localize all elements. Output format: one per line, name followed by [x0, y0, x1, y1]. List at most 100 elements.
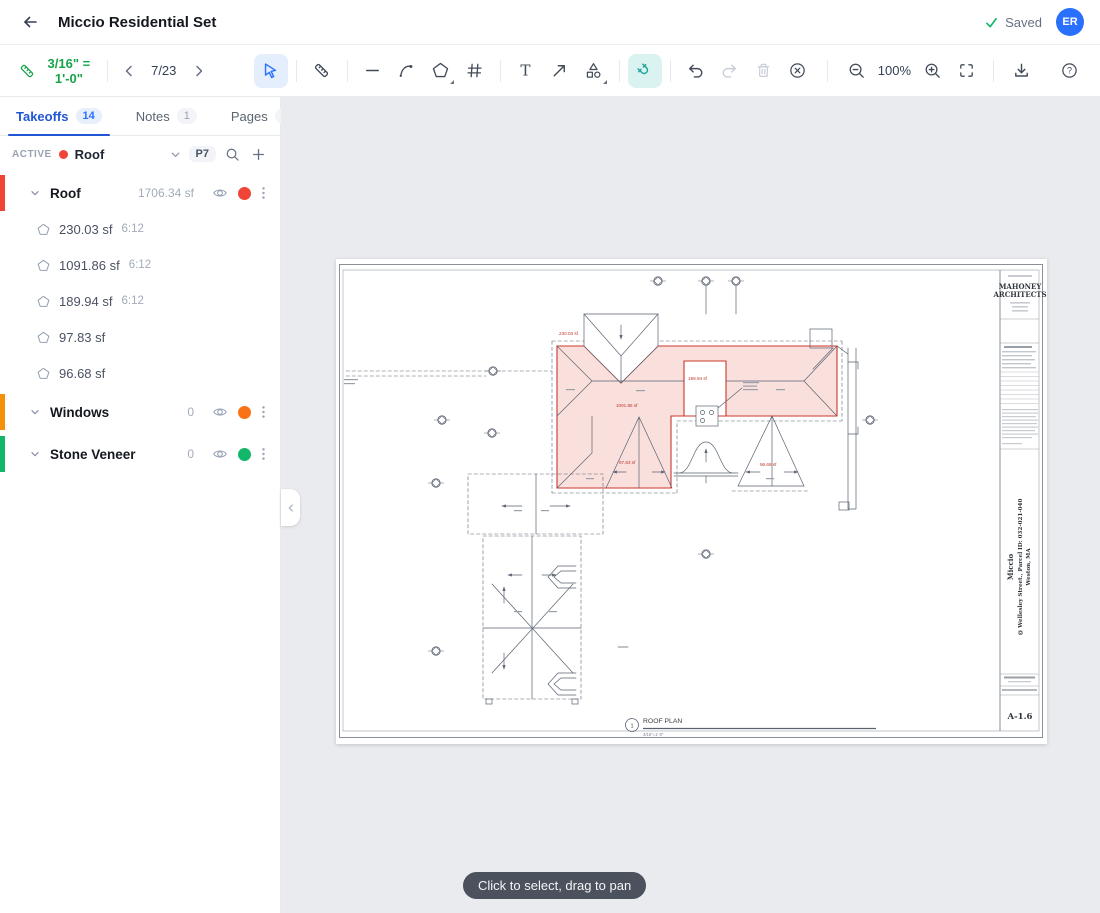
arrow-tool-button[interactable] — [543, 54, 577, 88]
redo-button[interactable] — [713, 54, 747, 88]
visibility-eye-icon[interactable] — [210, 402, 230, 422]
item-area: 97.83 sf — [59, 330, 105, 345]
fullscreen-button[interactable] — [949, 54, 983, 88]
measure-tool-button[interactable] — [305, 54, 339, 88]
takeoff-item[interactable]: 189.94 sf 6:12 — [0, 283, 280, 319]
visibility-eye-icon[interactable] — [210, 444, 230, 464]
item-pitch: 6:12 — [122, 223, 144, 235]
undo-button[interactable] — [679, 54, 713, 88]
group-color-bar — [0, 175, 5, 211]
shapes-tool-button[interactable] — [577, 54, 611, 88]
text-tool-button[interactable]: T — [509, 54, 543, 88]
group-color-bar — [0, 394, 5, 430]
arrow-icon — [550, 61, 569, 80]
svg-text:1: 1 — [630, 724, 633, 730]
top-header: Miccio Residential Set Saved ER — [0, 0, 1100, 45]
group-total: 0 — [187, 447, 194, 461]
download-button[interactable] — [1004, 54, 1038, 88]
svg-text:?: ? — [1066, 66, 1071, 76]
view-title-callout: 1 ROOF PLAN 3/16"=1'-0" — [626, 718, 877, 737]
hash-icon — [465, 61, 484, 80]
takeoff-item[interactable]: 96.68 sf — [0, 355, 280, 391]
chevron-down-icon[interactable] — [169, 148, 182, 161]
page-prev-button[interactable] — [116, 54, 142, 88]
roof-plan-sheet[interactable]: MAHONEY ARCHITECTS — [336, 259, 1047, 744]
page-badge: P7 — [189, 146, 216, 162]
plus-icon — [251, 147, 266, 162]
page-indicator: 7/23 — [146, 63, 182, 78]
search-button[interactable] — [223, 145, 242, 164]
takeoff-item[interactable]: 1091.86 sf 6:12 — [0, 247, 280, 283]
select-tool-button[interactable] — [254, 54, 288, 88]
tab-badge: 1 — [177, 108, 197, 124]
help-icon: ? — [1060, 61, 1079, 80]
group-color-dot[interactable] — [238, 448, 251, 461]
chevron-down-icon[interactable] — [29, 187, 41, 199]
help-button[interactable]: ? — [1052, 54, 1086, 88]
item-pitch: 6:12 — [129, 259, 151, 271]
project-address: @ Wellesley Street., Parcel ID: 032-021-… — [1017, 499, 1024, 636]
app-window: Miccio Residential Set Saved ER 3/16" = … — [0, 0, 1100, 913]
shapes-icon — [584, 61, 603, 80]
back-button[interactable] — [16, 8, 44, 36]
sidebar-collapse-handle[interactable] — [281, 489, 300, 526]
view-scale: 3/16"=1'-0" — [643, 732, 664, 737]
avatar[interactable]: ER — [1056, 8, 1084, 36]
active-takeoff-name[interactable]: Roof — [75, 147, 105, 162]
kebab-menu-icon[interactable] — [257, 444, 270, 464]
page-next-button[interactable] — [186, 54, 212, 88]
divider — [993, 60, 994, 82]
circle-x-icon — [788, 61, 807, 80]
sidebar: Takeoffs 14 Notes 1 Pages 23 ACTIVE Roof — [0, 97, 281, 913]
delete-button[interactable] — [747, 54, 781, 88]
tab-takeoffs[interactable]: Takeoffs 14 — [6, 97, 112, 135]
polygon-tool-button[interactable] — [424, 54, 458, 88]
item-pitch: 6:12 — [122, 295, 144, 307]
tab-label: Takeoffs — [16, 109, 69, 124]
group-color-dot[interactable] — [238, 187, 251, 200]
title-block: MAHONEY ARCHITECTS — [992, 275, 1046, 722]
active-takeoff-row: ACTIVE Roof P7 — [0, 136, 280, 172]
fullscreen-icon — [957, 61, 976, 80]
zoom-in-button[interactable] — [915, 54, 949, 88]
zoom-out-button[interactable] — [840, 54, 874, 88]
curve-tool-button[interactable] — [390, 54, 424, 88]
back-arrow-icon — [21, 13, 39, 31]
grid-tool-button[interactable] — [458, 54, 492, 88]
chevron-down-icon[interactable] — [29, 448, 41, 460]
group-name[interactable]: Roof — [50, 186, 81, 201]
active-label: ACTIVE — [12, 149, 52, 160]
tab-notes[interactable]: Notes 1 — [126, 97, 207, 135]
sidebar-tabs: Takeoffs 14 Notes 1 Pages 23 — [0, 97, 280, 136]
group-row-roof[interactable]: Roof 1706.34 sf — [0, 175, 280, 211]
svg-text:T: T — [521, 61, 531, 79]
pentagon-icon — [37, 223, 50, 236]
view-title: ROOF PLAN — [643, 718, 682, 725]
page-title: Miccio Residential Set — [58, 14, 216, 31]
add-takeoff-button[interactable] — [249, 145, 268, 164]
line-tool-button[interactable] — [356, 54, 390, 88]
takeoff-item[interactable]: 97.83 sf — [0, 319, 280, 355]
chevron-down-icon[interactable] — [29, 406, 41, 418]
svg-text:96.68 sf: 96.68 sf — [760, 462, 777, 467]
group-row-windows[interactable]: Windows 0 — [0, 394, 280, 430]
group-name[interactable]: Stone Veneer — [50, 447, 136, 462]
kebab-menu-icon[interactable] — [257, 183, 270, 203]
trash-icon — [754, 61, 773, 80]
magnet-snap-tool-button[interactable] — [628, 54, 662, 88]
scale-button[interactable]: 3/16" = 1'-0" — [14, 56, 99, 86]
visibility-eye-icon[interactable] — [210, 183, 230, 203]
svg-text:97.83 sf: 97.83 sf — [619, 460, 636, 465]
deselect-button[interactable] — [781, 54, 815, 88]
group-color-dot[interactable] — [238, 406, 251, 419]
divider — [347, 60, 348, 82]
takeoff-item[interactable]: 230.03 sf 6:12 — [0, 211, 280, 247]
group-row-stone-veneer[interactable]: Stone Veneer 0 — [0, 436, 280, 472]
group-name[interactable]: Windows — [50, 405, 109, 420]
kebab-menu-icon[interactable] — [257, 402, 270, 422]
check-icon — [984, 15, 999, 30]
drawing-canvas[interactable]: MAHONEY ARCHITECTS — [281, 97, 1100, 913]
group-color-bar — [0, 436, 5, 472]
project-city: Weston, MA — [1026, 548, 1032, 587]
pentagon-icon — [37, 331, 50, 344]
